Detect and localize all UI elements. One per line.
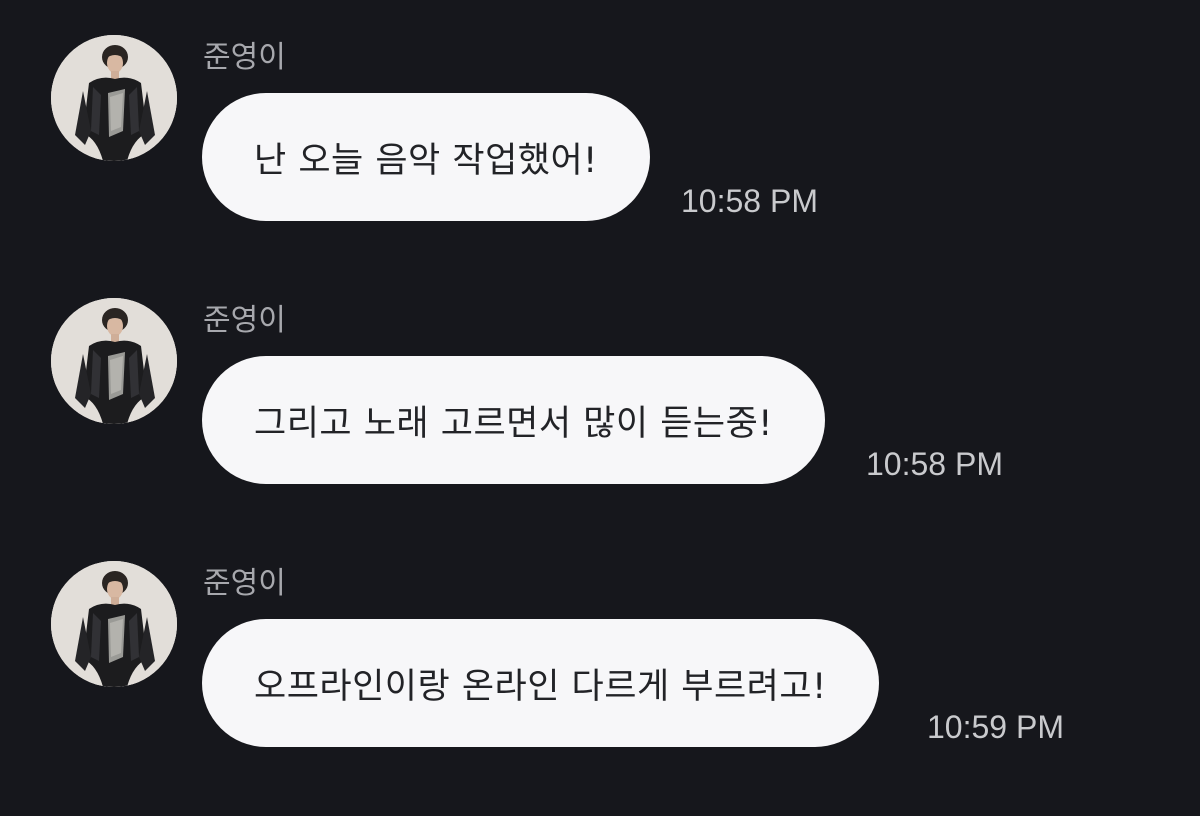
sender-name: 준영이 [203, 303, 286, 338]
profile-photo-icon [51, 561, 177, 687]
message-timestamp: 10:58 PM [681, 183, 818, 219]
message-text: 난 오늘 음악 작업했어! [254, 140, 598, 181]
avatar[interactable] [51, 298, 177, 424]
avatar[interactable] [51, 35, 177, 161]
avatar[interactable] [51, 561, 177, 687]
message-bubble[interactable]: 난 오늘 음악 작업했어! [202, 93, 650, 221]
sender-name: 준영이 [203, 566, 286, 601]
message-row: 준영이 그리고 노래 고르면서 많이 듣는중! 10:58 PM [0, 263, 1200, 484]
message-text: 오프라인이랑 온라인 다르게 부르려고! [254, 666, 827, 707]
message-text: 그리고 노래 고르면서 많이 듣는중! [254, 403, 773, 444]
message-timestamp: 10:59 PM [927, 709, 1064, 745]
profile-photo-icon [51, 35, 177, 161]
profile-photo-icon [51, 298, 177, 424]
message-row: 준영이 오프라인이랑 온라인 다르게 부르려고! 10:59 PM [0, 526, 1200, 747]
chat-thread: 준영이 난 오늘 음악 작업했어! 10:58 PM 준영이 그리고 노래 고르… [0, 0, 1200, 816]
sender-name: 준영이 [203, 40, 286, 75]
message-row: 준영이 난 오늘 음악 작업했어! 10:58 PM [0, 0, 1200, 221]
message-timestamp: 10:58 PM [866, 446, 1003, 482]
message-bubble[interactable]: 오프라인이랑 온라인 다르게 부르려고! [202, 619, 879, 747]
message-bubble[interactable]: 그리고 노래 고르면서 많이 듣는중! [202, 356, 825, 484]
